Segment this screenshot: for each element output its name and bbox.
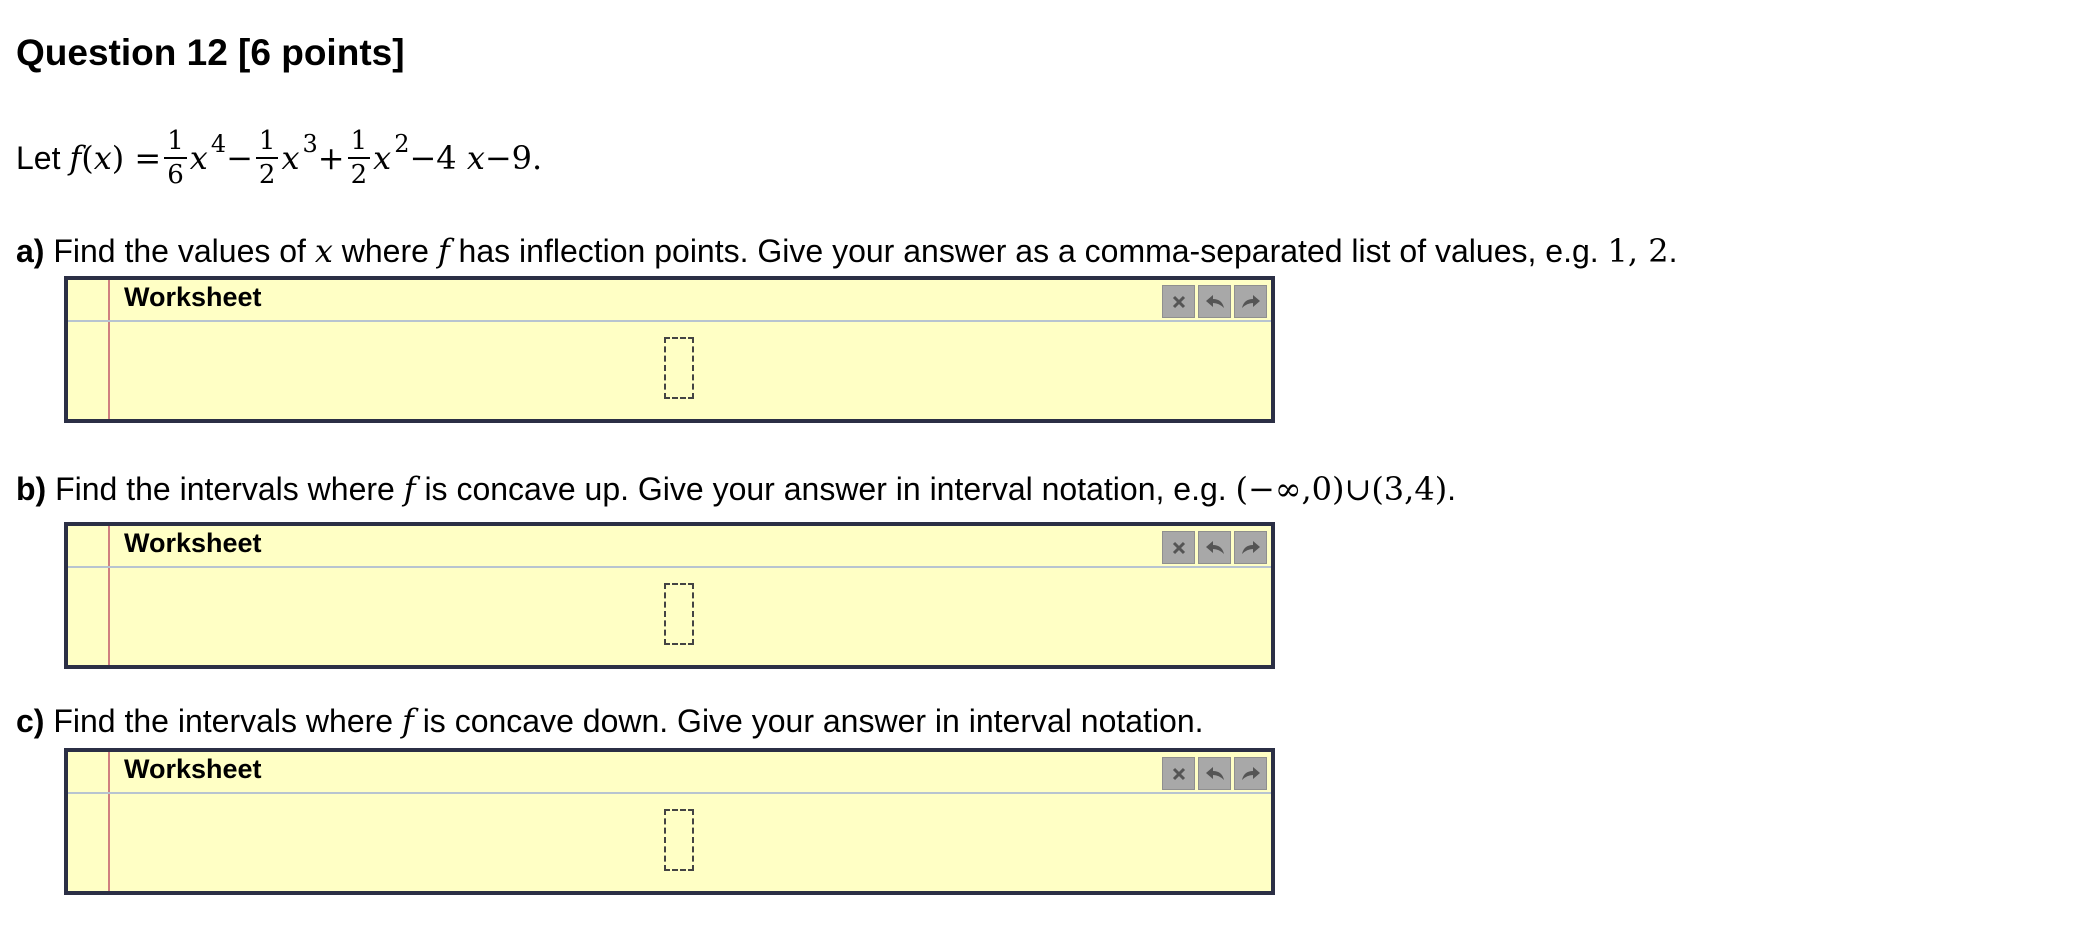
part-b-question: b) Find the intervals where f is concave… bbox=[16, 470, 1457, 508]
function-formula: f(x) = 16 x4 − 12 x3 + 12 x2 −4 x −9. bbox=[69, 126, 543, 190]
undo-icon bbox=[1205, 766, 1224, 780]
worksheet-header: Worksheet bbox=[68, 752, 1271, 794]
worksheet-toolbar bbox=[1162, 531, 1267, 564]
worksheet-header: Worksheet bbox=[68, 526, 1271, 568]
clear-button[interactable] bbox=[1162, 531, 1195, 564]
worksheet-title: Worksheet bbox=[124, 754, 262, 784]
close-icon bbox=[1172, 541, 1185, 554]
clear-button[interactable] bbox=[1162, 757, 1195, 790]
part-a-question: a) Find the values of x where f has infl… bbox=[16, 232, 1678, 270]
redo-button[interactable] bbox=[1234, 285, 1267, 318]
worksheet-body[interactable] bbox=[68, 568, 1271, 661]
answer-input-c[interactable] bbox=[664, 809, 694, 871]
worksheet-body[interactable] bbox=[68, 322, 1271, 415]
answer-input-a[interactable] bbox=[664, 337, 694, 399]
worksheet-a: Worksheet bbox=[64, 276, 1275, 423]
function-definition: Let f(x) = 16 x4 − 12 x3 + 12 x2 −4 x −9. bbox=[16, 128, 542, 188]
worksheet-c: Worksheet bbox=[64, 748, 1275, 895]
close-icon bbox=[1172, 295, 1185, 308]
redo-icon bbox=[1241, 540, 1260, 554]
redo-icon bbox=[1241, 294, 1260, 308]
worksheet-toolbar bbox=[1162, 757, 1267, 790]
worksheet-title: Worksheet bbox=[124, 282, 262, 312]
worksheet-toolbar bbox=[1162, 285, 1267, 318]
let-label: Let bbox=[16, 139, 61, 176]
worksheet-b: Worksheet bbox=[64, 522, 1275, 669]
redo-button[interactable] bbox=[1234, 531, 1267, 564]
undo-icon bbox=[1205, 294, 1224, 308]
fraction-one-half-b: 12 bbox=[347, 128, 371, 188]
undo-icon bbox=[1205, 540, 1224, 554]
worksheet-body[interactable] bbox=[68, 794, 1271, 887]
undo-button[interactable] bbox=[1198, 285, 1231, 318]
fraction-one-half-a: 12 bbox=[255, 128, 279, 188]
clear-button[interactable] bbox=[1162, 285, 1195, 318]
close-icon bbox=[1172, 767, 1185, 780]
answer-input-b[interactable] bbox=[664, 583, 694, 645]
worksheet-header: Worksheet bbox=[68, 280, 1271, 322]
redo-button[interactable] bbox=[1234, 757, 1267, 790]
question-title: Question 12 [6 points] bbox=[16, 32, 405, 73]
undo-button[interactable] bbox=[1198, 531, 1231, 564]
fraction-one-sixth: 16 bbox=[164, 128, 187, 188]
worksheet-title: Worksheet bbox=[124, 528, 262, 558]
part-c-question: c) Find the intervals where f is concave… bbox=[16, 702, 1204, 740]
undo-button[interactable] bbox=[1198, 757, 1231, 790]
redo-icon bbox=[1241, 766, 1260, 780]
